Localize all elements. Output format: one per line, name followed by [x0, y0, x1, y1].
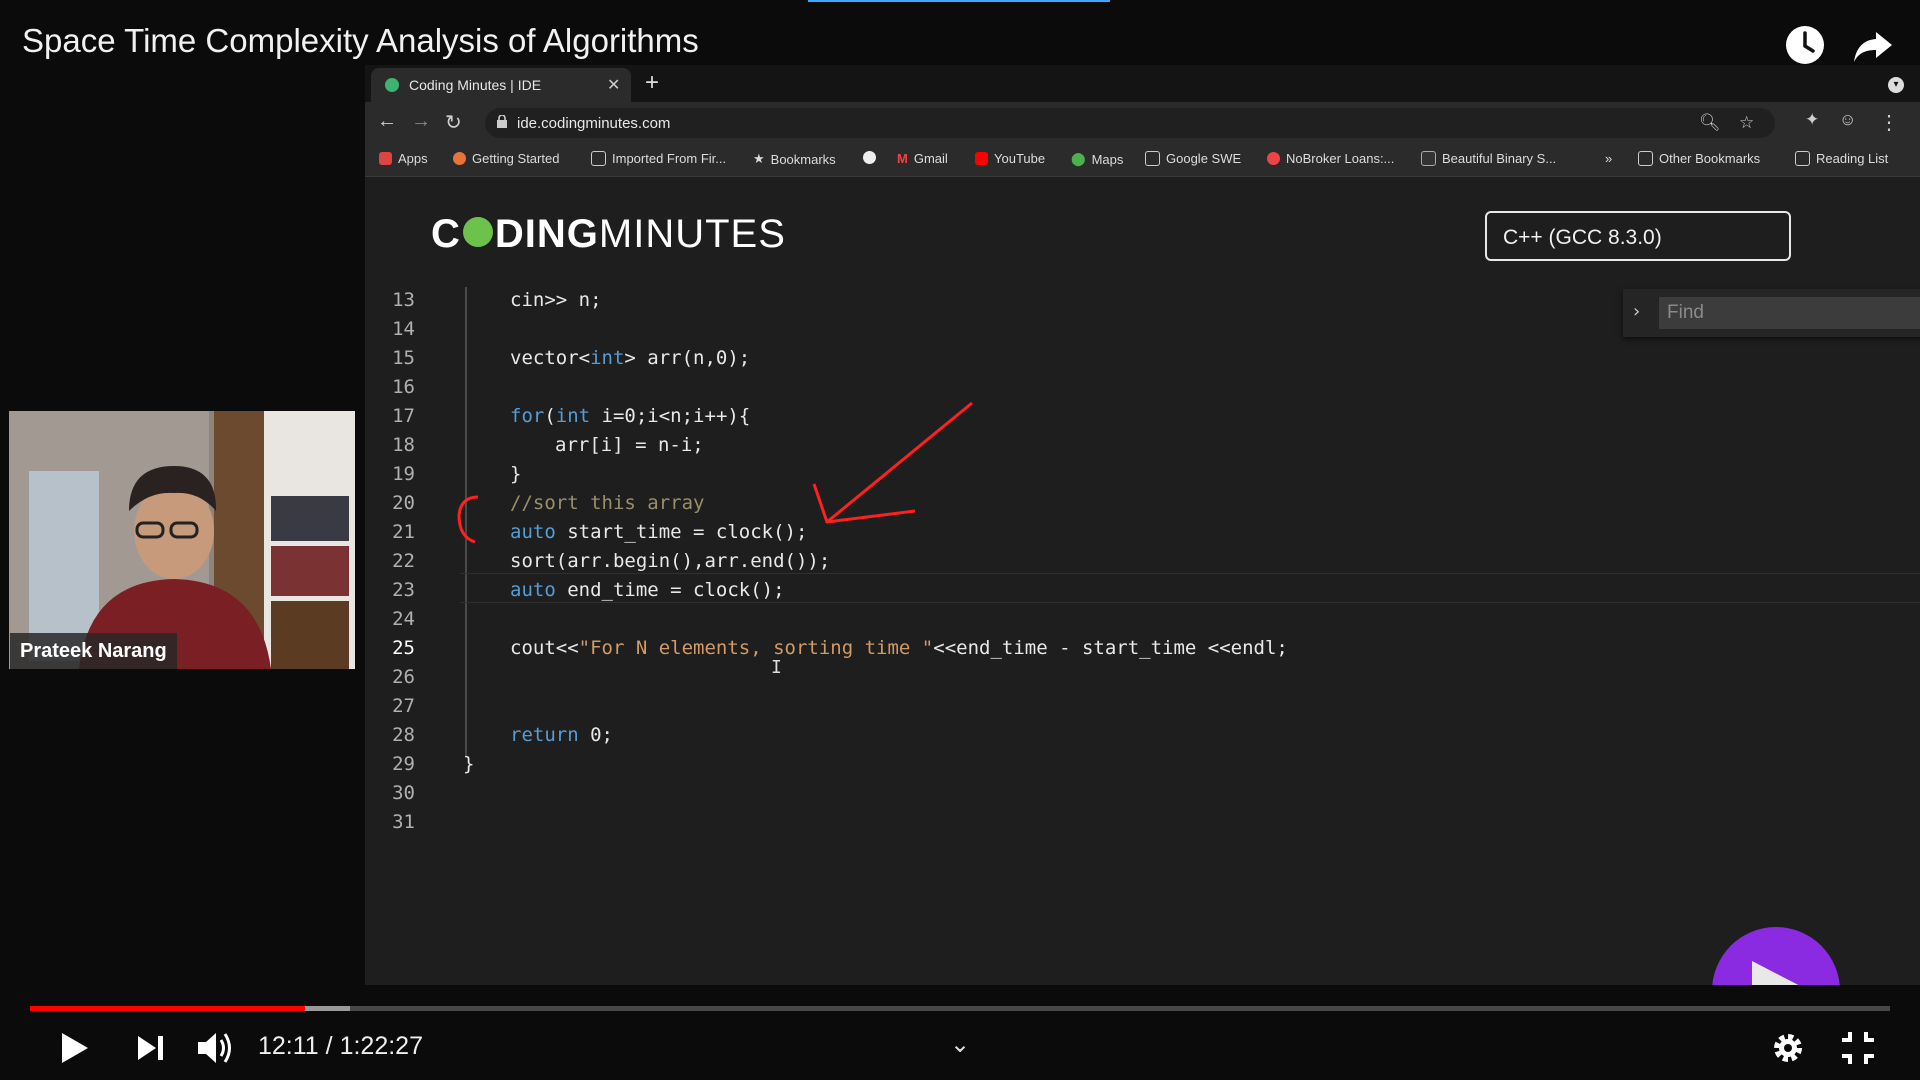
apps-grid-icon: [379, 152, 392, 165]
browser-toolbar: ← → ↻ ide.codingminutes.com 🔍︎ ☆ ✦ ☺ ⋮: [365, 102, 1920, 144]
red-annotation-arrow: [457, 401, 973, 544]
chevron-down-icon[interactable]: ⌄: [950, 1030, 970, 1059]
line-number: 30: [392, 782, 415, 804]
bookmark-maps[interactable]: ⬤ Maps: [1071, 151, 1123, 167]
play-icon: [62, 1033, 88, 1063]
skip-next-icon: [138, 1036, 163, 1060]
bookmark-apps[interactable]: Apps: [379, 151, 428, 166]
close-tab-icon[interactable]: ✕: [607, 75, 620, 95]
folder-icon: [1145, 151, 1160, 166]
firefox-icon: [453, 152, 466, 165]
bookmarks-overflow[interactable]: »: [1605, 151, 1612, 166]
star-icon: ★: [753, 151, 765, 166]
code-line-28: return 0;: [510, 724, 613, 746]
line-number: 29: [392, 753, 415, 775]
next-button[interactable]: [130, 1028, 170, 1068]
bookmarks-bar: Apps Getting Started Imported From Fir..…: [365, 144, 1920, 177]
line-number: 28: [392, 724, 415, 746]
line-number: 31: [392, 811, 415, 833]
time-display: 12:11 / 1:22:27: [258, 1032, 423, 1060]
reading-list-icon: [1795, 151, 1810, 166]
extensions-icon[interactable]: ✦: [1805, 110, 1819, 130]
ide-header: C DINGMINUTES C++ (GCC 8.3.0): [365, 177, 1920, 288]
site-icon: [1421, 151, 1436, 166]
language-select[interactable]: C++ (GCC 8.3.0): [1485, 211, 1791, 261]
favicon-icon: [385, 78, 399, 92]
find-input[interactable]: [1659, 297, 1920, 329]
nobroker-icon: [1267, 152, 1280, 165]
reload-icon[interactable]: ↻: [445, 110, 462, 135]
exit-fullscreen-button[interactable]: [1838, 1028, 1878, 1068]
new-tab-icon[interactable]: +: [645, 69, 659, 97]
code-line-25: cout<<"For N elements, sorting time "<<e…: [510, 637, 1288, 659]
play-icon: [1752, 961, 1799, 985]
code-line-29: }: [463, 753, 475, 775]
progress-played: [30, 1006, 306, 1011]
zoom-icon[interactable]: 🔍︎: [1699, 113, 1721, 133]
language-label: C++ (GCC 8.3.0): [1503, 226, 1662, 249]
bookmark-bookmarks[interactable]: ★ Bookmarks: [753, 151, 836, 167]
reading-list[interactable]: Reading List: [1795, 151, 1888, 166]
back-icon[interactable]: ←: [377, 110, 397, 133]
progress-bar[interactable]: [30, 1006, 1890, 1011]
maps-pin-icon: ⬤: [1071, 151, 1086, 166]
volume-icon: [198, 1033, 231, 1063]
bookmark-beautiful-binary[interactable]: Beautiful Binary S...: [1421, 151, 1556, 166]
browser-tab[interactable]: Coding Minutes | IDE ✕: [371, 68, 631, 102]
run-button[interactable]: [1712, 927, 1840, 985]
address-bar[interactable]: ide.codingminutes.com 🔍︎ ☆: [485, 108, 1775, 138]
url-text: ide.codingminutes.com: [517, 115, 671, 132]
line-number: 25: [392, 637, 415, 659]
line-number: 27: [392, 695, 415, 717]
loading-bar: [808, 0, 1110, 2]
coding-minutes-logo[interactable]: C DINGMINUTES: [431, 212, 786, 257]
bookmark-youtube[interactable]: YouTube: [975, 151, 1045, 166]
volume-button[interactable]: [194, 1028, 234, 1068]
settings-button[interactable]: [1768, 1028, 1808, 1068]
profile-avatar-icon[interactable]: ☺: [1839, 110, 1856, 130]
exit-fullscreen-icon: [1842, 1032, 1874, 1064]
find-widget: ›: [1623, 289, 1920, 337]
watch-later-icon[interactable]: [1782, 22, 1828, 68]
presenter-webcam: [9, 411, 355, 669]
star-icon[interactable]: ☆: [1739, 113, 1754, 133]
play-button[interactable]: [54, 1028, 94, 1068]
share-icon[interactable]: [1850, 22, 1896, 68]
bookmark-imported[interactable]: Imported From Fir...: [591, 151, 726, 166]
gear-icon: [1774, 1034, 1802, 1062]
youtube-icon: [975, 152, 988, 165]
folder-icon: [1638, 151, 1653, 166]
tab-strip: Coding Minutes | IDE ✕ + ▾: [365, 65, 1920, 102]
bookmark-gmail[interactable]: M Gmail: [897, 151, 948, 166]
text-cursor-icon: I: [771, 657, 782, 678]
forward-icon[interactable]: →: [411, 110, 431, 133]
github-icon: [863, 151, 876, 164]
browser-window: Coding Minutes | IDE ✕ + ▾ ← → ↻ ide.cod…: [365, 65, 1920, 985]
chevron-right-icon[interactable]: ›: [1631, 301, 1642, 322]
menu-icon[interactable]: ⋮: [1879, 110, 1899, 135]
bookmark-github[interactable]: [863, 151, 882, 164]
lock-icon: [497, 115, 507, 128]
code-editor[interactable]: 13 14 15 16 17 18 19 20 21 22 23 24 25 26 27 28 29 30 31 c…: [365, 287, 1920, 985]
bookmark-nobroker[interactable]: NoBroker Loans:...: [1267, 151, 1394, 166]
tab-title: Coding Minutes | IDE: [409, 77, 542, 93]
video-title[interactable]: Space Time Complexity Analysis of Algori…: [22, 22, 699, 60]
tab-search-icon[interactable]: ▾: [1888, 77, 1904, 93]
presenter-name-tag: Prateek Narang: [10, 633, 177, 669]
bookmark-getting-started[interactable]: Getting Started: [453, 151, 559, 166]
check-icon: [462, 217, 493, 248]
line-number: 26: [392, 666, 415, 688]
bookmark-other[interactable]: Other Bookmarks: [1638, 151, 1760, 166]
folder-icon: [591, 151, 606, 166]
gmail-icon: M: [897, 151, 908, 166]
bookmark-google-swe[interactable]: Google SWE: [1145, 151, 1241, 166]
